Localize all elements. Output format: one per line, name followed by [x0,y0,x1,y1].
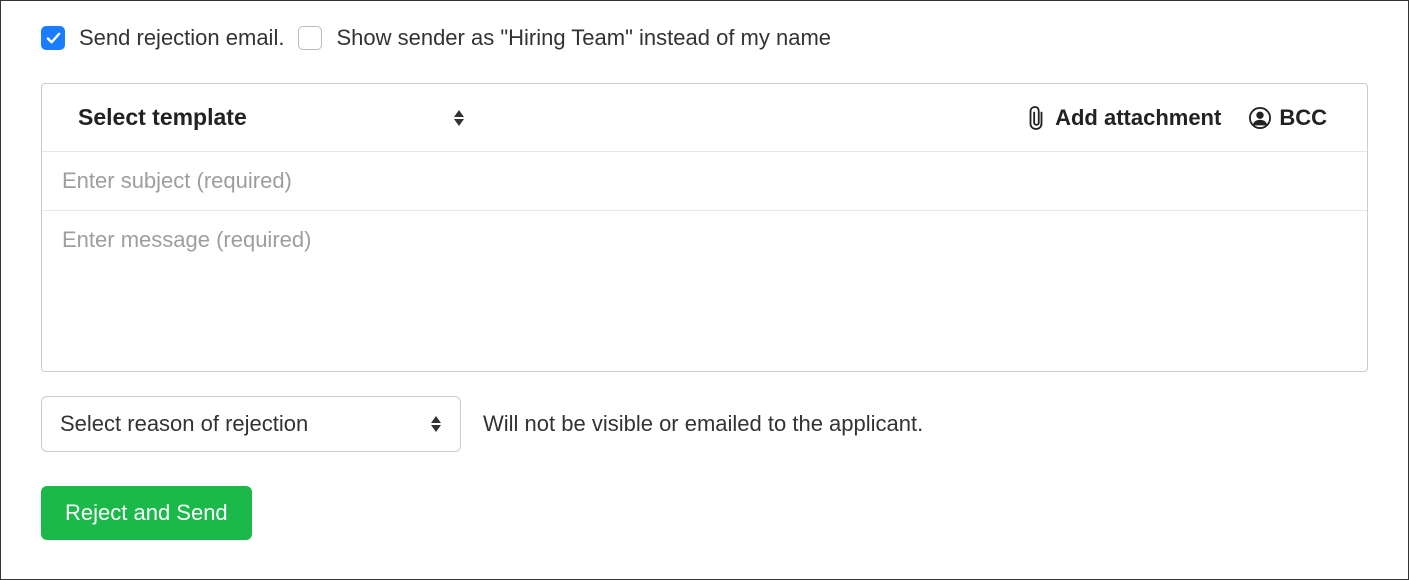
add-attachment-label: Add attachment [1055,105,1221,131]
reason-select[interactable]: Select reason of rejection [41,396,461,452]
show-sender-option: Show sender as "Hiring Team" instead of … [298,25,831,51]
reject-and-send-button[interactable]: Reject and Send [41,486,252,540]
reason-hint: Will not be visible or emailed to the ap… [483,411,923,437]
template-select-label: Select template [78,104,247,131]
send-rejection-label: Send rejection email. [79,25,284,51]
bcc-label: BCC [1279,105,1327,131]
reason-select-label: Select reason of rejection [60,411,308,437]
select-arrows-icon [430,416,442,432]
message-input[interactable] [62,227,1347,355]
rejection-panel: Send rejection email. Show sender as "Hi… [0,0,1409,580]
check-icon [46,31,61,46]
reason-row: Select reason of rejection Will not be v… [41,396,1368,452]
show-sender-checkbox[interactable] [298,26,322,50]
show-sender-label: Show sender as "Hiring Team" instead of … [336,25,831,51]
paperclip-icon [1025,105,1047,131]
message-row [42,211,1367,371]
email-composer: Select template Add attachment [41,83,1368,372]
subject-input[interactable] [62,168,1347,194]
add-attachment-button[interactable]: Add attachment [1025,105,1221,131]
template-select[interactable]: Select template [78,104,465,131]
bcc-button[interactable]: BCC [1249,105,1327,131]
send-rejection-option: Send rejection email. [41,25,284,51]
subject-row [42,152,1367,211]
email-header: Select template Add attachment [42,84,1367,152]
send-rejection-checkbox[interactable] [41,26,65,50]
person-circle-icon [1249,105,1271,131]
top-options: Send rejection email. Show sender as "Hi… [41,25,1368,51]
sort-arrows-icon [453,110,465,126]
